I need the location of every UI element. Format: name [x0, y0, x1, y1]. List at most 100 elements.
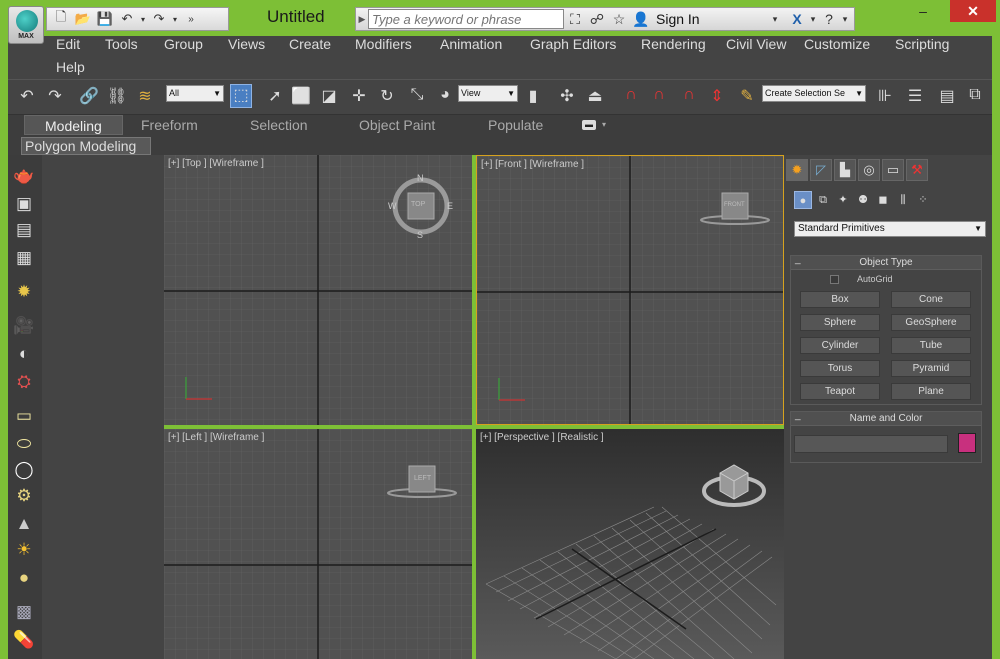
shapes-category-icon[interactable]: ⧉: [814, 191, 832, 209]
light-icon[interactable]: ✹: [13, 281, 35, 303]
menu-views[interactable]: Views: [228, 36, 265, 52]
unlink-icon[interactable]: ⛓: [106, 86, 128, 106]
mirror-icon[interactable]: ⊪: [874, 86, 896, 106]
autogrid-checkbox[interactable]: [830, 274, 839, 284]
shape-icon[interactable]: ⬭: [13, 433, 35, 455]
reference-coordinate-select[interactable]: View: [458, 85, 518, 102]
rect-selection-icon[interactable]: ⬜: [290, 86, 312, 106]
tab-object-paint[interactable]: Object Paint: [359, 117, 435, 133]
menu-civil-view[interactable]: Civil View: [726, 36, 786, 52]
menu-animation[interactable]: Animation: [440, 36, 502, 52]
menu-tools[interactable]: Tools: [105, 36, 138, 52]
redo-icon[interactable]: ↷: [149, 11, 169, 27]
spacewarps-category-icon[interactable]: ⫼: [894, 191, 912, 209]
sign-in-button[interactable]: Sign In: [656, 11, 764, 27]
object-color-swatch[interactable]: [958, 433, 976, 453]
close-button[interactable]: ✕: [950, 0, 996, 22]
favorites-star-icon[interactable]: ☆: [608, 11, 630, 28]
undo-dropdown-icon[interactable]: ▾: [139, 15, 147, 24]
cylinder-button[interactable]: Cylinder: [800, 337, 880, 354]
help-icon[interactable]: ?: [818, 11, 840, 27]
helpers-category-icon[interactable]: ◼: [874, 191, 892, 209]
name-color-header[interactable]: _ Name and Color: [791, 410, 981, 426]
ribbon-dropdown-icon[interactable]: ▾: [602, 120, 606, 129]
geometry-category-icon[interactable]: ●: [794, 191, 812, 209]
hierarchy-tab-icon[interactable]: ▙: [834, 159, 856, 181]
object-type-header[interactable]: _ Object Type: [791, 254, 981, 270]
select-manipulate-icon[interactable]: ✣: [556, 86, 578, 106]
toggle-layers-icon[interactable]: ⧉: [964, 86, 986, 104]
polygon-modeling-panel[interactable]: Polygon Modeling: [21, 137, 151, 155]
tab-populate[interactable]: Populate: [488, 117, 543, 133]
object-name-field[interactable]: [794, 435, 948, 453]
new-file-icon[interactable]: 🗋: [51, 8, 71, 30]
user-icon[interactable]: 👤: [630, 11, 652, 28]
signin-dropdown-icon[interactable]: ▾: [764, 14, 786, 25]
viewport-label[interactable]: [+] [Perspective ] [Realistic ]: [480, 432, 604, 443]
edit-named-selection-icon[interactable]: ✎: [736, 86, 758, 106]
plane-button[interactable]: Plane: [891, 383, 971, 400]
modify-tab-icon[interactable]: ◸: [810, 159, 832, 181]
menu-create[interactable]: Create: [289, 36, 331, 52]
pill-icon[interactable]: 💊: [13, 629, 35, 651]
display-tab-icon[interactable]: ▭: [882, 159, 904, 181]
place-icon[interactable]: ◕: [434, 86, 456, 104]
geosphere-button[interactable]: GeoSphere: [891, 314, 971, 331]
select-object-icon[interactable]: ⬚: [230, 84, 252, 108]
viewport-perspective[interactable]: [+] [Perspective ] [Realistic ]: [476, 429, 784, 659]
binoculars-icon[interactable]: ⛶: [564, 11, 586, 28]
named-selection-select[interactable]: Create Selection Se: [762, 85, 866, 102]
layer-explorer-icon[interactable]: ▤: [936, 86, 958, 106]
menu-group[interactable]: Group: [164, 36, 203, 52]
sphere-icon[interactable]: ◯: [13, 459, 35, 481]
percent-snap-icon[interactable]: ∩: [678, 86, 700, 104]
lights-category-icon[interactable]: ✦: [834, 191, 852, 209]
viewcube-label[interactable]: FRONT: [724, 202, 745, 208]
minimize-button[interactable]: –: [906, 0, 940, 22]
grid-icon[interactable]: ▩: [13, 601, 35, 623]
motion-tab-icon[interactable]: ◎: [858, 159, 880, 181]
sun-icon[interactable]: ☀: [13, 539, 35, 561]
redo-dropdown-icon[interactable]: ▾: [171, 15, 179, 24]
list-icon[interactable]: ▤: [13, 219, 35, 241]
menu-modifiers[interactable]: Modifiers: [355, 36, 412, 52]
spacewarp-icon[interactable]: ⛭: [13, 371, 35, 393]
application-button[interactable]: MAX: [8, 6, 44, 44]
use-pivot-icon[interactable]: ▮: [522, 86, 544, 106]
redo-icon[interactable]: ↷: [44, 86, 66, 106]
pyramid-button[interactable]: Pyramid: [891, 360, 971, 377]
table-icon[interactable]: ▦: [13, 247, 35, 269]
viewport-label[interactable]: [+] [Front ] [Wireframe ]: [481, 159, 584, 170]
bind-spacewarp-icon[interactable]: ≋: [134, 86, 156, 106]
viewcube-label[interactable]: LEFT: [414, 475, 431, 482]
menu-edit[interactable]: Edit: [56, 36, 80, 52]
tube-button[interactable]: Tube: [891, 337, 971, 354]
select-by-name-icon[interactable]: ➚: [264, 86, 286, 106]
systems-category-icon[interactable]: ⁘: [914, 191, 932, 209]
expand-arrow-icon[interactable]: ▶: [356, 14, 368, 25]
help-dropdown-icon[interactable]: ▾: [840, 14, 850, 25]
select-rotate-icon[interactable]: ↻: [376, 86, 398, 106]
ribbon-options-icon[interactable]: ▬: [582, 120, 596, 130]
undo-icon[interactable]: ↶: [117, 11, 137, 27]
box-button[interactable]: Box: [800, 291, 880, 308]
create-tab-icon[interactable]: ✹: [786, 159, 808, 181]
viewport-label[interactable]: [+] [Left ] [Wireframe ]: [168, 432, 264, 443]
search-input[interactable]: [368, 9, 564, 29]
tab-selection[interactable]: Selection: [250, 117, 308, 133]
viewcube-label[interactable]: TOP: [411, 201, 425, 208]
select-move-icon[interactable]: ✛: [348, 86, 370, 106]
spinner-snap-icon[interactable]: ⇕: [706, 86, 728, 106]
teapot-button[interactable]: Teapot: [800, 383, 880, 400]
teapot-icon[interactable]: 🫖: [13, 165, 35, 187]
align-icon[interactable]: ☰: [904, 86, 926, 106]
select-scale-icon[interactable]: ⤡: [406, 86, 428, 104]
tab-freeform[interactable]: Freeform: [141, 117, 198, 133]
camera-icon[interactable]: 🎥: [13, 315, 35, 337]
cone-icon[interactable]: ▲: [13, 513, 35, 535]
save-file-icon[interactable]: 💾: [95, 11, 115, 27]
circle-icon[interactable]: ●: [13, 567, 35, 589]
selection-filter-select[interactable]: All: [166, 85, 224, 102]
open-file-icon[interactable]: 📂: [73, 11, 93, 27]
geometry-icon[interactable]: ▭: [13, 405, 35, 427]
